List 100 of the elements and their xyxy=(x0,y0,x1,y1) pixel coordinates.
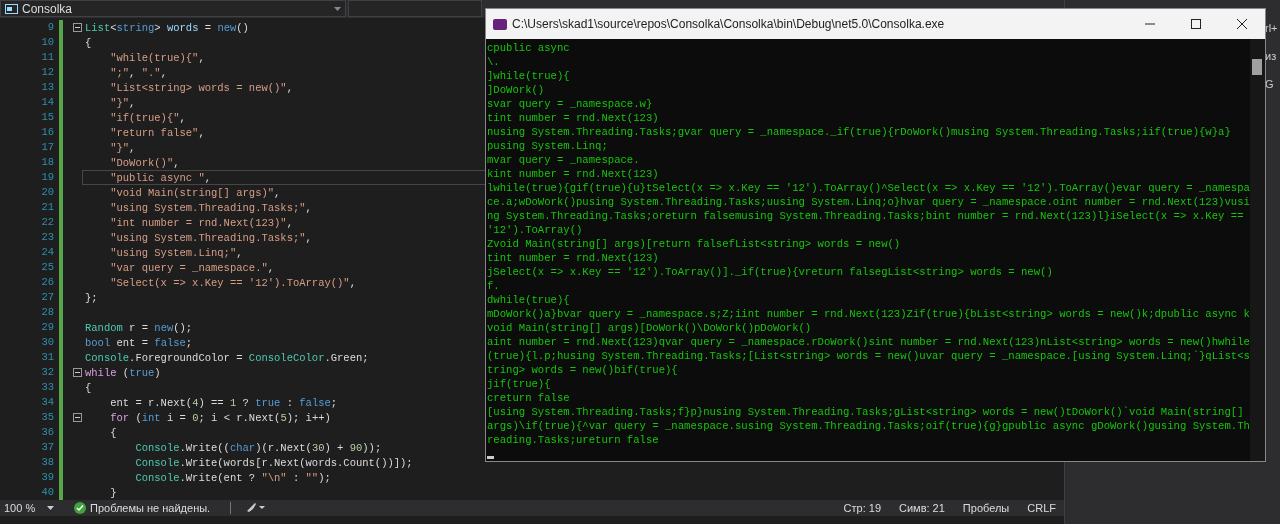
code-line: Console.Write(ent ? "\n" : ""); xyxy=(134,471,331,484)
console-line: jif(true){ xyxy=(487,378,551,390)
code-line: }; xyxy=(85,291,98,304)
line-number: 25 xyxy=(40,259,54,275)
console-line: tint number = rnd.Next(123) xyxy=(487,112,659,124)
code-line: "return false", xyxy=(109,126,205,139)
line-number: 27 xyxy=(40,289,54,305)
zoom-dropdown[interactable]: 100 % xyxy=(0,499,62,517)
code-line: "public async ", xyxy=(109,171,212,184)
console-line: aint number = rnd.Next(123)qvar query = _namespace.rDoWork()sint number = rnd.Next(123)nList<string> words = new()hwhile xyxy=(487,336,1250,348)
code-line: Console.Write(words[r.Next(words.Count())]); xyxy=(134,456,413,469)
caret-icon xyxy=(334,6,341,11)
code-line: { xyxy=(85,36,92,49)
code-line: bool ent = false; xyxy=(85,336,193,349)
console-line: svar query = _namespace.w} xyxy=(487,98,653,110)
line-number: 29 xyxy=(40,319,54,335)
console-line: f. xyxy=(487,280,500,292)
line-number: 11 xyxy=(40,49,54,65)
line-number: 19 xyxy=(40,169,54,185)
console-line: pusing System.Linq; xyxy=(487,140,608,152)
line-number: 33 xyxy=(40,379,54,395)
code-line: { xyxy=(109,426,117,439)
code-line: "}", xyxy=(109,96,136,109)
line-number: 37 xyxy=(40,439,54,455)
line-number: 31 xyxy=(40,349,54,365)
code-line: Random r = new(); xyxy=(85,321,193,334)
collapse-icon[interactable] xyxy=(73,367,82,377)
caret-icon xyxy=(47,505,55,510)
check-icon xyxy=(74,501,86,514)
console-line: dwhile(true){ xyxy=(487,294,570,306)
code-line: "DoWork()", xyxy=(109,156,180,169)
console-line: [using System.Threading.Tasks;f}p}nusing System.Threading.Tasks;gList<string> words = new()tDoWork()`void Main(string[] xyxy=(487,406,1244,418)
code-line: "while(true){", xyxy=(109,51,205,64)
collapse-icon[interactable] xyxy=(73,22,82,32)
code-line: "using System.Threading.Tasks;", xyxy=(109,201,312,214)
console-line: \. xyxy=(487,56,500,68)
console-line: ]while(true){ xyxy=(487,70,570,82)
code-line: } xyxy=(109,486,117,499)
code-line: "using System.Linq;", xyxy=(109,246,243,259)
line-number: 20 xyxy=(40,184,54,200)
line-number: 34 xyxy=(40,394,54,410)
code-line: "var query = _namespace.", xyxy=(109,261,275,274)
console-line: tring> words = new()bif(true){ xyxy=(487,364,678,376)
panel-text: rl+ xyxy=(1265,21,1279,34)
line-number: 13 xyxy=(40,79,54,95)
close-icon xyxy=(1237,19,1247,29)
console-line: mvar query = _namespace. xyxy=(487,154,640,166)
code-line: "void Main(string[] args)", xyxy=(109,186,281,199)
code-line: "}", xyxy=(109,141,136,154)
code-line: { xyxy=(85,381,92,394)
console-line: ng System.Threading.Tasks;oreturn falsemusing System.Threading.Tasks;bint number = rnd.Next(123)l}iSelect(x => x.Key == xyxy=(487,210,1244,222)
console-line: kint number = rnd.Next(123) xyxy=(487,168,659,180)
line-number: 38 xyxy=(40,454,54,470)
line-number: 40 xyxy=(40,484,54,500)
code-line: "Select(x => x.Key == '12').ToArray()", xyxy=(109,276,356,289)
panel-text: из xyxy=(1265,49,1278,62)
code-line: while (true) xyxy=(85,366,161,379)
line-number: 36 xyxy=(40,424,54,440)
console-line: args)\if(true){^var query = _namespace.susing System.Threading.Tasks;oif(true){g}gpublic async gDoWork()gusing System.Th xyxy=(487,420,1250,432)
maximize-icon xyxy=(1191,19,1201,29)
code-line: Console.ForegroundColor = ConsoleColor.Green; xyxy=(85,351,369,364)
console-line: Zvoid Main(string[] args)[return falsefList<string> words = new() xyxy=(487,238,901,250)
csharp-project-icon xyxy=(5,3,18,14)
console-line: '12').ToArray() xyxy=(487,224,583,236)
line-number: 21 xyxy=(40,199,54,215)
line-number: 39 xyxy=(40,469,54,485)
code-line: for (int i = 0; i < r.Next(5); i++) xyxy=(109,411,331,424)
console-line: creturn false xyxy=(487,392,570,404)
indent-indicator[interactable]: Пробелы xyxy=(962,499,1010,517)
column-indicator[interactable]: Симв: 21 xyxy=(899,499,945,517)
project-dropdown[interactable]: Consolka xyxy=(0,0,346,18)
line-number: 26 xyxy=(40,274,54,290)
problems-status[interactable]: Проблемы не найдены. xyxy=(90,499,211,517)
code-line: "using System.Threading.Tasks;", xyxy=(109,231,312,244)
line-ending-indicator[interactable]: CRLF xyxy=(1027,499,1056,517)
window-title: C:\Users\skad1\source\repos\Consolka\Consolka\bin\Debug\net5.0\Consolka.exe xyxy=(512,16,946,33)
console-line: cpublic async xyxy=(487,42,570,54)
collapse-icon[interactable] xyxy=(73,412,82,422)
line-number: 12 xyxy=(40,64,54,80)
code-line: ent = r.Next(4) == 1 ? true : false; xyxy=(109,396,338,409)
scrollbar[interactable] xyxy=(1249,39,1265,461)
brush-icon[interactable] xyxy=(245,502,266,514)
line-number: 30 xyxy=(40,334,54,350)
console-line: tint number = rnd.Next(123) xyxy=(487,252,659,264)
line-number: 15 xyxy=(40,109,54,125)
line-number: 28 xyxy=(40,304,54,320)
console-line: jSelect(x => x.Key == '12').ToArray()]._if(true){vreturn falsegList<string> words = new() xyxy=(487,266,1053,278)
app-icon xyxy=(493,18,507,30)
project-name: Consolka xyxy=(22,0,74,18)
line-number: 32 xyxy=(40,364,54,380)
line-number: 17 xyxy=(40,139,54,155)
line-number: 18 xyxy=(40,154,54,170)
code-line: ";", ".", xyxy=(109,66,167,79)
console-line: lwhile(true){gif(true){u}tSelect(x => x.Key == '12').ToArray()^Select(x => x.Key == '12').ToArray()evar query = _namespa xyxy=(487,182,1250,194)
line-number: 16 xyxy=(40,124,54,140)
line-number: 22 xyxy=(40,214,54,230)
line-indicator[interactable]: Стр: 19 xyxy=(843,499,881,517)
line-number: 9 xyxy=(46,19,54,35)
code-line: List<string> words = new() xyxy=(85,21,249,34)
console-line: ]DoWork() xyxy=(487,84,545,96)
